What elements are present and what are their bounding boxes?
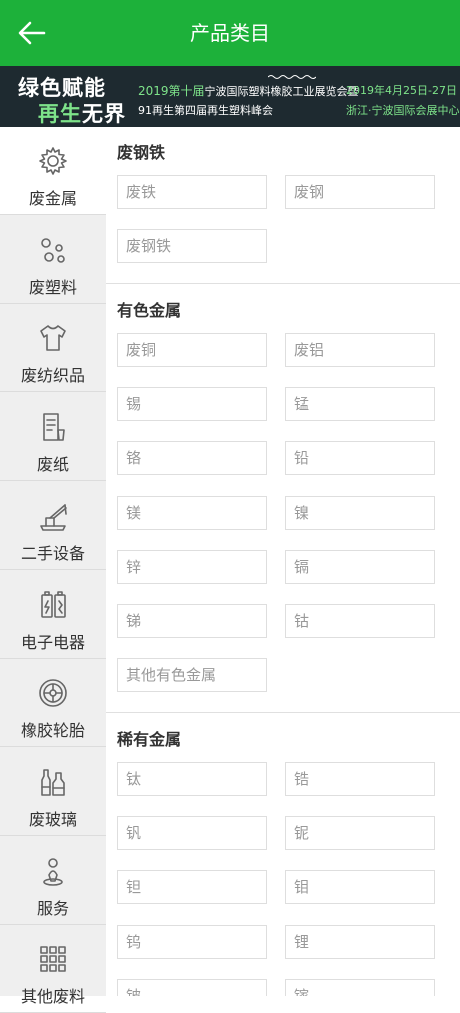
banner-date: 2019年4月25日-27日 (346, 84, 457, 97)
category-sidebar: 废金属废塑料废纺织品废纸二手设备电子电器橡胶轮胎废玻璃服务其他废料 (0, 127, 106, 1013)
subcategory-chip[interactable]: 锆 (285, 761, 435, 796)
subcategory-chip[interactable]: 铬 (117, 441, 267, 476)
banner-event-line1: 2019第十届宁波国际塑料橡胶工业展览会暨 (138, 82, 359, 99)
section-divider (106, 711, 460, 713)
grid-icon (37, 943, 69, 975)
banner-slogan-part2b: 无界 (82, 102, 126, 126)
banner-venue: 浙江·宁波国际会展中心 (346, 104, 460, 117)
subcategory-chip[interactable]: 镓 (285, 978, 435, 996)
sidebar-item-label: 废塑料 (28, 277, 77, 297)
subcategory-chip[interactable]: 钨 (117, 924, 267, 959)
subcategory-chip[interactable]: 锑 (117, 604, 267, 639)
subcategory-chip[interactable]: 废铜 (117, 332, 267, 367)
banner-wave-decoration (268, 75, 316, 79)
subcategory-chip[interactable]: 其他有色金属 (117, 658, 267, 693)
subcategory-chip[interactable]: 镁 (117, 495, 267, 530)
sidebar-item-label: 二手设备 (20, 543, 85, 563)
subcategory-chip[interactable]: 钛 (117, 761, 267, 796)
subcategory-panel: 废钢铁 废铁 废钢 废钢铁 有色金属 废铜 废铝锡锰铬铅镁镍锌镉锑钴其他有色金属 稀有金属钛锆… (106, 127, 460, 996)
section-title: 有色金属 (117, 300, 182, 320)
back-button[interactable] (14, 14, 52, 52)
battery-icon (37, 589, 69, 621)
sidebar-item-label: 废金属 (28, 189, 77, 208)
service-icon (37, 855, 69, 887)
subcategory-chip[interactable]: 锂 (285, 924, 435, 959)
subcategory-chip[interactable]: 铌 (285, 816, 435, 850)
sidebar-item-6[interactable]: 橡胶轮胎 (0, 659, 106, 748)
sidebar-item-label: 电子电器 (20, 632, 85, 652)
subcategory-chip[interactable]: 钼 (285, 870, 435, 905)
banner-event-year: 2019第十届 (138, 84, 205, 98)
sidebar-item-3[interactable]: 废纸 (0, 393, 106, 482)
sidebar-item-label: 废纸 (36, 455, 69, 475)
app-header: 产品类目 (0, 0, 460, 66)
banner-slogan-part1: 绿色赋能 (18, 76, 106, 100)
tire-icon (37, 677, 69, 709)
banner-slogan-line2: 再生无界 (38, 98, 126, 127)
subcategory-chip[interactable]: 钒 (117, 816, 267, 850)
gear-icon (37, 145, 69, 177)
subcategory-chip[interactable]: 锌 (117, 549, 267, 584)
sidebar-item-5[interactable]: 电子电器 (0, 571, 106, 659)
sidebar-item-label: 其他废料 (20, 987, 85, 1007)
sidebar-item-label: 橡胶轮胎 (20, 721, 85, 741)
sidebar-item-label: 服务 (36, 898, 69, 918)
subcategory-chip[interactable]: 废钢铁 (117, 229, 267, 264)
sidebar-item-4[interactable]: 二手设备 (0, 482, 106, 570)
sidebar-item-7[interactable]: 废玻璃 (0, 748, 106, 836)
subcategory-chip[interactable]: 钴 (285, 604, 435, 639)
pellets-icon (37, 234, 69, 266)
sidebar-item-0[interactable]: 废金属 (0, 127, 106, 215)
sidebar-item-label: 废纺织品 (20, 366, 85, 386)
subcategory-chip[interactable]: 锰 (285, 386, 435, 421)
section-divider (106, 282, 460, 284)
section-title: 稀有金属 (117, 729, 182, 749)
back-arrow-icon (18, 21, 46, 45)
banner-slogan-part2a: 再生 (38, 102, 82, 126)
subcategory-chip[interactable]: 锡 (117, 386, 267, 421)
sidebar-item-2[interactable]: 废纺织品 (0, 304, 106, 393)
tshirt-icon (37, 322, 69, 354)
paper-icon (37, 411, 69, 443)
banner-event-line2: 91再生第四届再生塑料峰会 (138, 104, 273, 117)
subcategory-chip[interactable]: 废铝 (285, 332, 435, 367)
subcategory-chip[interactable]: 镉 (285, 549, 435, 584)
subcategory-chip[interactable]: 铅 (285, 441, 435, 476)
subcategory-chip[interactable]: 废钢 (285, 175, 435, 209)
page-title: 产品类目 (190, 21, 270, 45)
subcategory-chip[interactable]: 钽 (117, 870, 267, 905)
sidebar-item-1[interactable]: 废塑料 (0, 216, 106, 304)
section-title: 废钢铁 (117, 143, 166, 162)
sidebar-item-8[interactable]: 服务 (0, 837, 106, 925)
crane-icon (37, 500, 69, 532)
sidebar-item-9[interactable]: 其他废料 (0, 925, 106, 1013)
subcategory-chip[interactable]: 铍 (117, 978, 267, 996)
banner-event-title: 宁波国际塑料橡胶工业展览会暨 (204, 85, 359, 98)
subcategory-chip[interactable]: 镍 (285, 495, 435, 530)
subcategory-chip[interactable]: 废铁 (117, 175, 267, 209)
sidebar-item-label: 废玻璃 (28, 809, 77, 829)
bottle-icon (37, 766, 69, 798)
promo-banner[interactable]: 绿色赋能 再生无界 2019第十届宁波国际塑料橡胶工业展览会暨 91再生第四届再… (0, 66, 460, 127)
